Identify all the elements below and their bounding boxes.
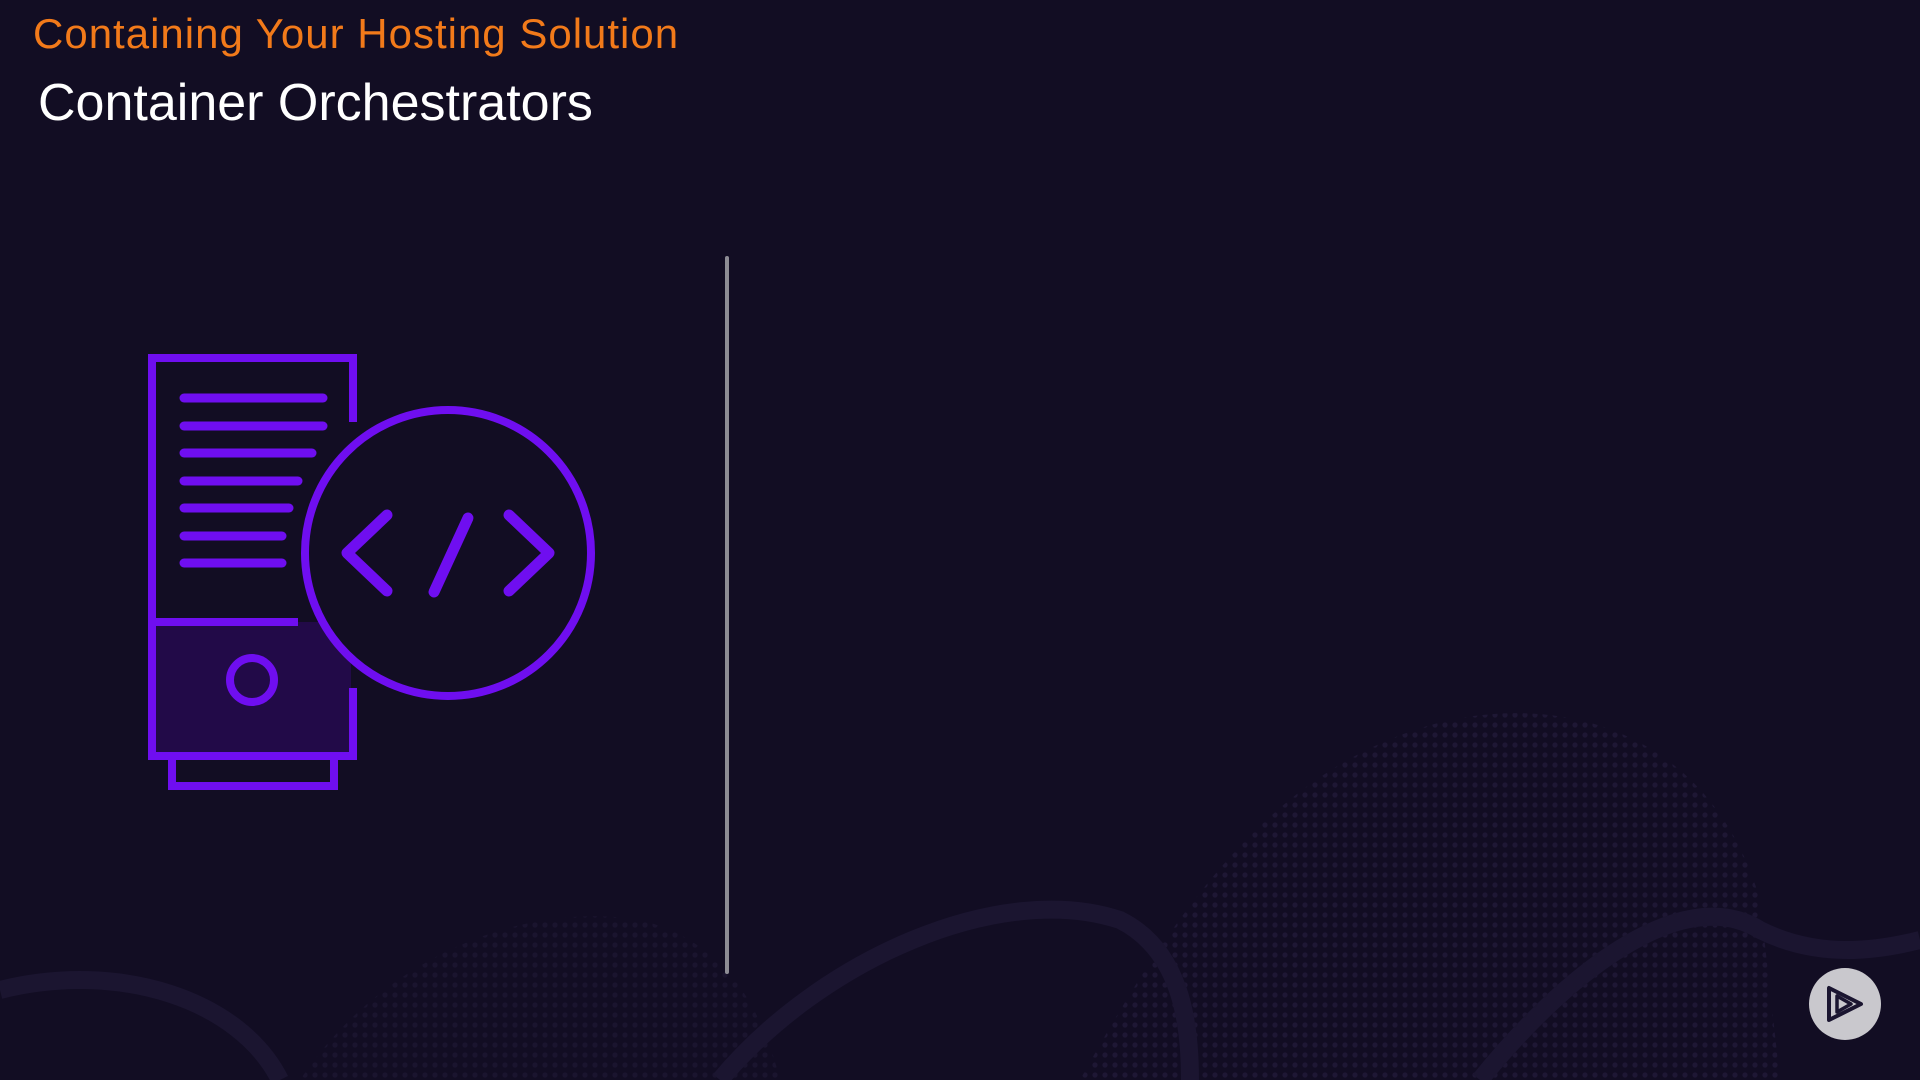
slide: Containing Your Hosting Solution Contain…: [0, 0, 1920, 1080]
vertical-divider: [725, 256, 729, 974]
play-logo-icon: [1809, 968, 1881, 1040]
play-triangle-icon: [1827, 986, 1863, 1022]
server-stand: [168, 756, 338, 790]
server-lower-fill: [153, 622, 351, 756]
server-code-icon: [148, 354, 595, 790]
